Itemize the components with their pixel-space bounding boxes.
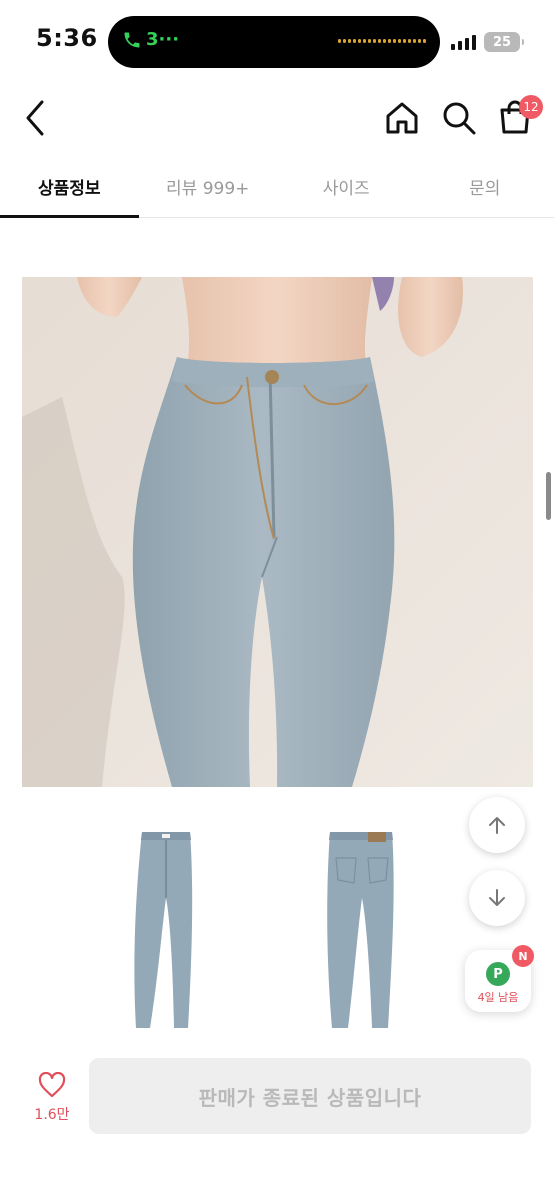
scrollbar[interactable] — [546, 472, 551, 520]
battery-icon: 25 — [484, 32, 524, 52]
signal-icon — [451, 34, 476, 50]
product-tabs: 상품정보 리뷰 999+ 사이즈 문의 — [0, 160, 554, 218]
arrow-down-icon — [489, 889, 505, 906]
phone-icon — [124, 32, 140, 47]
tab-reviews[interactable]: 리뷰 999+ — [139, 160, 278, 217]
like-count: 1.6만 — [34, 1107, 70, 1123]
status-bar: 5:36 3··· 25 — [0, 0, 554, 84]
home-icon[interactable] — [384, 100, 420, 136]
tab-inquiry[interactable]: 문의 — [416, 160, 554, 217]
point-icon: P — [486, 962, 510, 986]
search-icon[interactable] — [441, 100, 477, 136]
jeans-model-photo — [22, 277, 533, 787]
point-days-left: 4일 남음 — [477, 991, 519, 1004]
call-indicator-text: 3··· — [146, 29, 180, 50]
scroll-up-button[interactable] — [469, 797, 525, 853]
jeans-back-thumbnail[interactable] — [320, 828, 404, 1033]
dynamic-island[interactable]: 3··· — [108, 16, 440, 68]
battery-level: 25 — [492, 34, 512, 50]
new-badge: N — [512, 945, 534, 967]
jeans-front-thumbnail[interactable] — [128, 828, 212, 1033]
call-indicator[interactable]: 3··· — [122, 29, 179, 50]
product-main-image[interactable] — [22, 277, 533, 787]
like-button[interactable]: 1.6만 — [30, 1072, 74, 1132]
sold-out-button[interactable]: 판매가 종료된 상품입니다 — [89, 1058, 531, 1134]
audio-wave-icon — [338, 39, 426, 43]
status-time: 5:36 — [36, 24, 98, 52]
cart-count-badge: 12 — [519, 95, 543, 119]
arrow-up-icon — [489, 817, 505, 834]
tab-size[interactable]: 사이즈 — [277, 160, 416, 217]
top-nav — [0, 84, 554, 154]
tab-product-info[interactable]: 상품정보 — [0, 160, 139, 218]
heart-icon — [38, 1072, 66, 1098]
scroll-down-button[interactable] — [469, 870, 525, 926]
back-icon[interactable] — [22, 98, 48, 138]
